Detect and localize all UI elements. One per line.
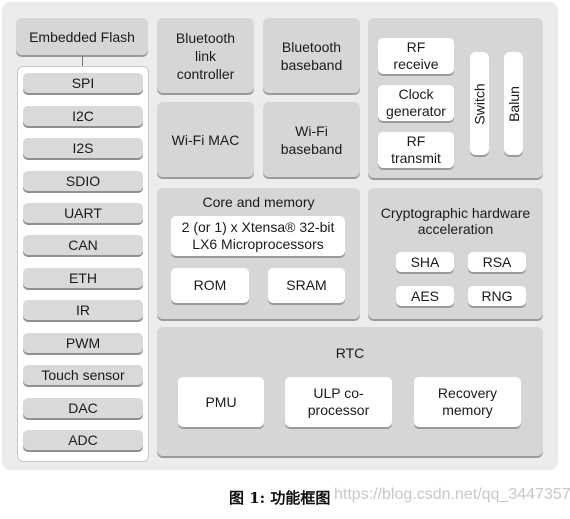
bluetooth-baseband-label: Bluetooth baseband: [280, 38, 343, 73]
pmu-block: PMU: [178, 377, 264, 427]
peripheral-interfaces-group: SPI I2C I2S SDIO UART CAN ETH IR PWM Tou…: [17, 66, 149, 462]
sram-block: SRAM: [268, 268, 345, 303]
interface-spi: SPI: [23, 73, 143, 93]
clock-generator-block: Clock generator: [378, 85, 454, 121]
ulp-coprocessor-block: ULP co-processor: [285, 377, 392, 427]
interface-i2c: I2C: [23, 106, 143, 126]
switch-label: Switch: [471, 82, 488, 125]
interface-uart: UART: [23, 203, 143, 223]
sram-label: SRAM: [286, 277, 327, 293]
embedded-flash-label: Embedded Flash: [29, 28, 135, 45]
crypto-title-label: Cryptographic hardware acceleration: [380, 205, 531, 237]
wifi-mac-block: Wi-Fi MAC: [157, 102, 254, 177]
rtc-block: RTC PMU ULP co-processor Recovery memory: [157, 327, 543, 456]
rtc-title: RTC: [335, 345, 365, 361]
crypto-sha: SHA: [396, 252, 454, 272]
interface-touch-sensor: Touch sensor: [23, 365, 143, 385]
core-memory-title: Core and memory: [202, 194, 315, 210]
recovery-memory-label: Recovery memory: [437, 385, 498, 418]
interface-pwm: PWM: [23, 333, 143, 353]
bluetooth-link-controller-block: Bluetooth link controller: [157, 18, 254, 93]
interface-ir: IR: [23, 300, 143, 320]
wifi-mac-label: Wi-Fi MAC: [171, 131, 240, 148]
balun-label: Balun: [505, 85, 522, 122]
rf-transmit-block: RF transmit: [378, 132, 454, 168]
rom-block: ROM: [171, 268, 249, 303]
figure-caption: 图 1: 功能框图: [229, 489, 331, 507]
core-memory-block: Core and memory 2 (or 1) x Xtensa® 32-bi…: [157, 188, 360, 319]
balun-block: Balun: [504, 52, 523, 155]
pmu-label: PMU: [205, 393, 237, 410]
crypto-title: Cryptographic hardware acceleration: [368, 204, 543, 238]
rom-label: ROM: [193, 277, 227, 293]
cpu-block: 2 (or 1) x Xtensa® 32-bit LX6 Microproce…: [171, 216, 345, 256]
recovery-memory-block: Recovery memory: [414, 377, 521, 427]
interface-can: CAN: [23, 235, 143, 255]
embedded-flash-block: Embedded Flash: [16, 18, 148, 55]
watermark: https://blog.csdn.net/qq_34473570: [334, 486, 570, 503]
wifi-baseband-label: Wi-Fi baseband: [280, 122, 343, 157]
interface-i2s: I2S: [23, 138, 143, 158]
crypto-rsa: RSA: [468, 252, 526, 272]
bluetooth-link-controller-label: Bluetooth link controller: [175, 29, 236, 82]
rf-receive-label: RF receive: [393, 39, 439, 72]
interface-adc: ADC: [23, 430, 143, 450]
rf-transmit-label: RF transmit: [391, 133, 441, 166]
rf-receive-block: RF receive: [378, 38, 454, 74]
cpu-label: 2 (or 1) x Xtensa® 32-bit LX6 Microproce…: [181, 219, 335, 252]
interface-eth: ETH: [23, 268, 143, 288]
bluetooth-baseband-block: Bluetooth baseband: [263, 18, 360, 93]
crypto-rng: RNG: [468, 286, 526, 306]
interface-sdio: SDIO: [23, 171, 143, 191]
crypto-aes: AES: [396, 286, 454, 306]
wifi-baseband-block: Wi-Fi baseband: [263, 102, 360, 177]
clock-generator-label: Clock generator: [386, 86, 446, 119]
rf-block: RF receive Clock generator RF transmit S…: [368, 18, 543, 178]
switch-block: Switch: [470, 52, 489, 155]
crypto-block: Cryptographic hardware acceleration SHA …: [368, 188, 543, 319]
interface-dac: DAC: [23, 398, 143, 418]
ulp-coprocessor-label: ULP co-processor: [307, 385, 370, 418]
